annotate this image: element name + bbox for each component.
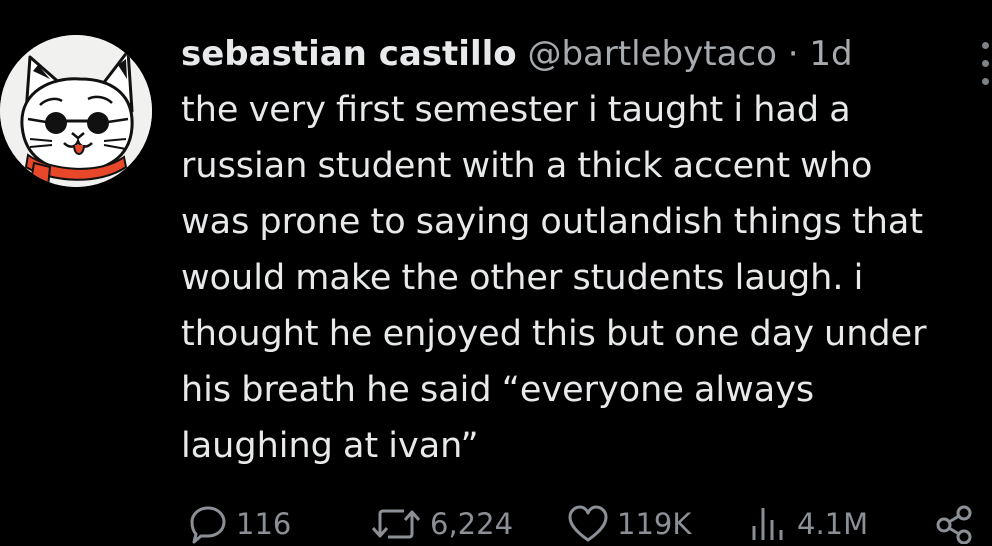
reply-button[interactable]: 116 bbox=[188, 502, 291, 546]
author-name[interactable]: sebastian castillo bbox=[181, 34, 517, 74]
repost-button[interactable]: 6,224 bbox=[370, 502, 513, 546]
reply-icon bbox=[190, 506, 226, 544]
author-avatar[interactable] bbox=[0, 35, 152, 187]
timestamp[interactable]: 1d bbox=[809, 34, 852, 74]
repost-icon bbox=[371, 509, 421, 539]
views-icon bbox=[752, 508, 783, 540]
like-count: 119K bbox=[617, 507, 692, 541]
separator-dot: · bbox=[787, 34, 799, 74]
cat-avatar-icon bbox=[0, 35, 152, 187]
author-handle[interactable]: @bartlebytaco bbox=[527, 34, 776, 74]
more-dot bbox=[982, 60, 989, 67]
more-dot bbox=[982, 42, 989, 49]
like-button[interactable]: 119K bbox=[567, 502, 691, 546]
views-button[interactable]: 4.1M bbox=[749, 502, 868, 546]
tweet-actions: 116 6,224 119K 4.1M bbox=[0, 502, 992, 546]
tweet-header: sebastian castillo @bartlebytaco · 1d bbox=[181, 30, 853, 78]
share-button[interactable] bbox=[934, 502, 984, 546]
share-icon bbox=[936, 505, 972, 544]
view-count: 4.1M bbox=[797, 507, 869, 541]
heart-icon bbox=[568, 505, 608, 542]
tweet-text: the very first semester i taught i had a… bbox=[181, 90, 927, 466]
reply-count: 116 bbox=[236, 507, 292, 541]
repost-count: 6,224 bbox=[430, 507, 514, 541]
